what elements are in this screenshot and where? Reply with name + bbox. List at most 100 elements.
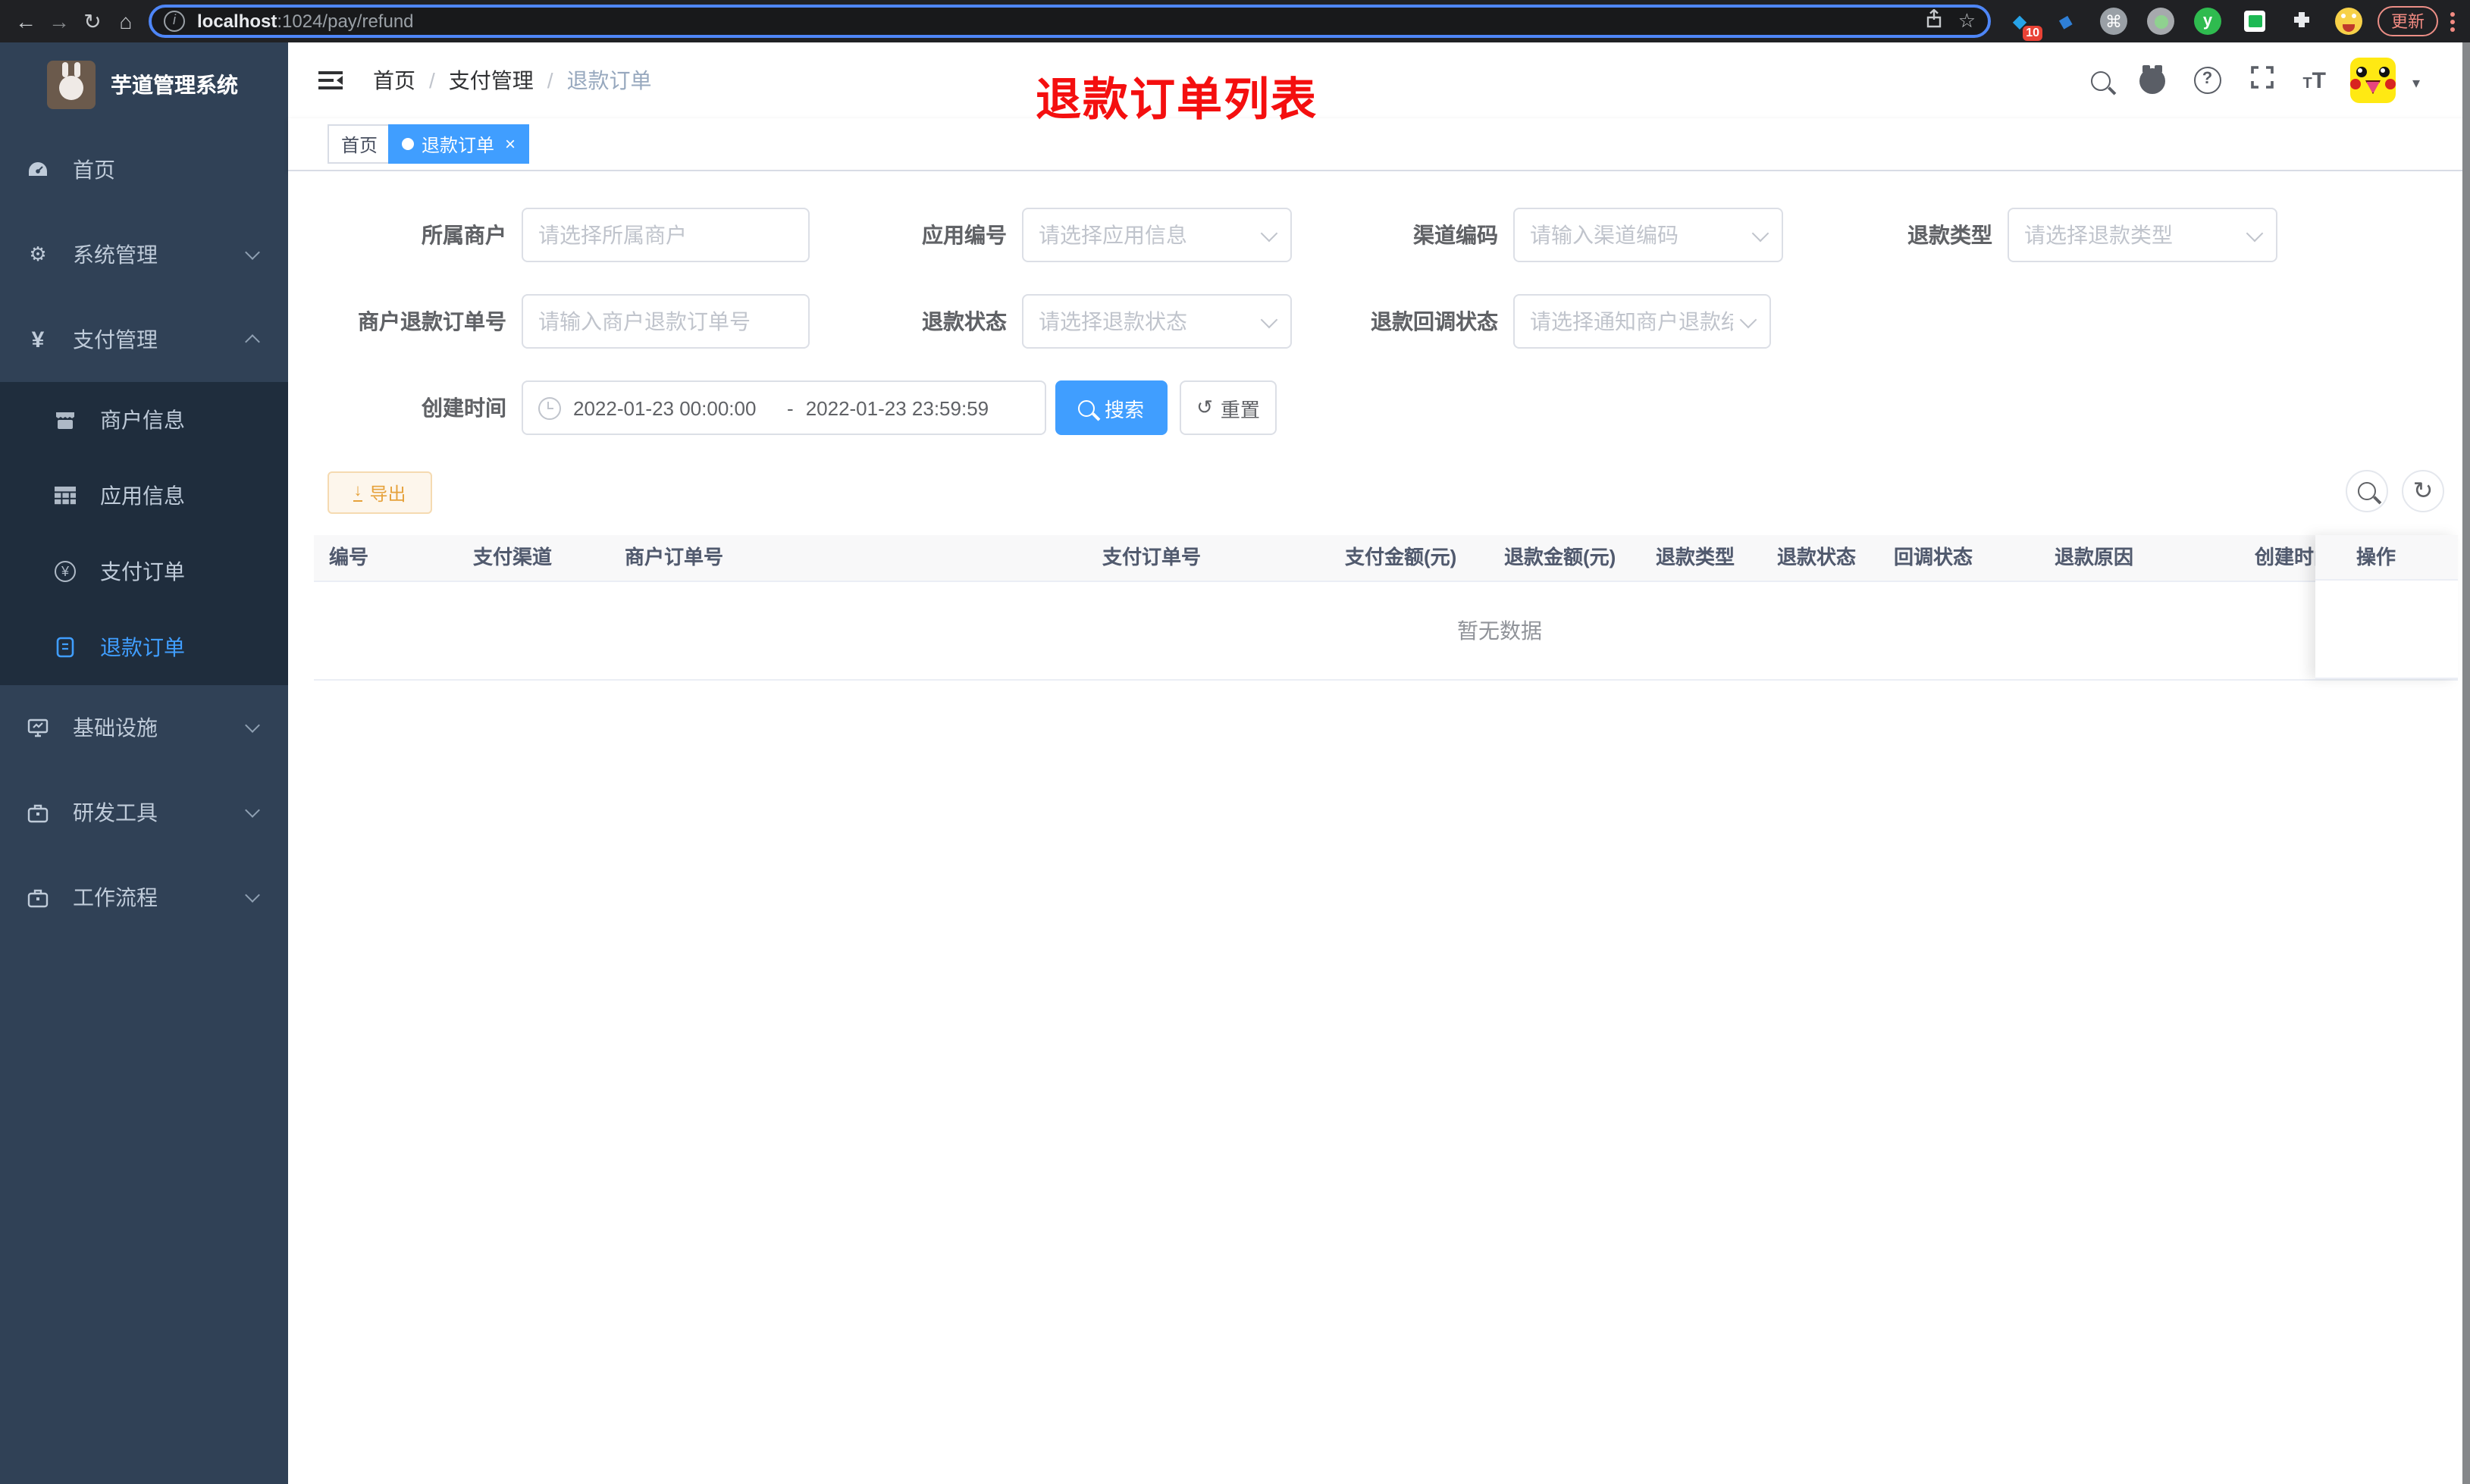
github-icon[interactable]	[2139, 64, 2165, 93]
url-host: localhost	[197, 11, 277, 32]
yen-icon: ¥	[31, 327, 45, 352]
browser-chrome: ← → ↻ ⌂ i localhost:1024/pay/refund ☆ ◆ …	[0, 0, 2470, 42]
gear-icon: ⚙	[29, 243, 47, 265]
page-scrollbar[interactable]	[2462, 42, 2470, 1484]
extension-puzzle-icon[interactable]	[2288, 8, 2315, 35]
back-icon[interactable]: ←	[9, 5, 42, 38]
sidebar-item-workflow[interactable]: 工作流程	[0, 855, 288, 940]
fullscreen-icon[interactable]	[2249, 64, 2274, 96]
site-info-icon[interactable]: i	[164, 11, 185, 32]
refund-status-placeholder: 请选择退款状态	[1039, 309, 1187, 333]
export-button-label: 导出	[369, 483, 406, 504]
breadcrumb-payment[interactable]: 支付管理	[449, 65, 534, 95]
create-time-range-picker[interactable]: 2022-01-23 00:00:00 - 2022-01-23 23:59:5…	[522, 380, 1046, 435]
date-end-value[interactable]: 2022-01-23 23:59:59	[806, 396, 1008, 419]
sidebar-item-merchant-info[interactable]: 商户信息	[0, 382, 288, 458]
navbar-icons: ? TT	[2090, 42, 2326, 118]
merchant-input[interactable]	[538, 223, 793, 247]
sidebar-item-payment[interactable]: ¥ 支付管理	[0, 297, 288, 382]
avatar-cheek	[2350, 79, 2361, 89]
date-start-value[interactable]: 2022-01-23 00:00:00	[573, 396, 775, 419]
app-select[interactable]: 请选择应用信息	[1022, 208, 1292, 262]
sidebar-item-pay-order[interactable]: ¥ 支付订单	[0, 534, 288, 609]
column-header-refund-amount: 退款金额(元)	[1504, 546, 1616, 568]
share-icon[interactable]	[1926, 8, 1943, 33]
header-search-icon[interactable]	[2090, 70, 2111, 90]
sidebar-logo[interactable]: 芋道管理系统	[0, 42, 288, 127]
refresh-button[interactable]: ↻	[2402, 470, 2444, 512]
channel-select[interactable]: 请输入渠道编码	[1513, 208, 1783, 262]
sidebar-item-devtools[interactable]: 研发工具	[0, 770, 288, 855]
chevron-down-icon	[1260, 224, 1278, 242]
sidebar-item-label: 支付订单	[100, 559, 185, 584]
url-text[interactable]: localhost:1024/pay/refund	[197, 11, 414, 32]
breadcrumb-separator: /	[547, 68, 553, 92]
user-avatar[interactable]	[2350, 58, 2396, 103]
sidebar-item-label: 首页	[73, 158, 115, 182]
extension-kite-icon[interactable]: ◆	[2053, 8, 2080, 35]
chevron-down-icon	[245, 803, 260, 818]
merchant-field[interactable]	[522, 208, 810, 262]
extension-proxy-icon[interactable]	[2147, 8, 2174, 35]
sidebar: 芋道管理系统 首页 ⚙ 系统管理 ¥ 支付管理 商户信息 应用信息 ¥ 支付订单…	[0, 42, 288, 1484]
hamburger-icon[interactable]	[318, 70, 343, 99]
table-empty-row: 暂无数据	[314, 582, 2458, 681]
grid-icon	[53, 487, 77, 505]
page-title-annotation: 退款订单列表	[1036, 76, 1318, 126]
browser-menu-icon[interactable]	[2450, 11, 2455, 31]
refund-status-select[interactable]: 请选择退款状态	[1022, 294, 1292, 349]
search-button[interactable]: 搜索	[1055, 380, 1168, 435]
close-icon[interactable]: ×	[505, 133, 516, 155]
table-header-row: 编号 支付渠道 商户订单号 支付订单号 支付金额(元) 退款金额(元) 退款类型…	[314, 535, 2458, 582]
sidebar-item-refund-order[interactable]: 退款订单	[0, 609, 288, 685]
dashboard-icon	[26, 161, 50, 179]
reset-icon: ↺	[1196, 396, 1213, 418]
tab-home[interactable]: 首页	[328, 124, 392, 164]
chevron-down-icon	[245, 245, 260, 260]
url-path: :1024/pay/refund	[277, 11, 414, 32]
breadcrumb-home[interactable]: 首页	[373, 65, 415, 95]
filter-label-create-time: 创建时间	[422, 396, 506, 420]
payment-submenu: 商户信息 应用信息 ¥ 支付订单 退款订单	[0, 382, 288, 685]
sidebar-item-label: 系统管理	[73, 243, 158, 267]
extension-chat-icon[interactable]	[2241, 8, 2268, 35]
sidebar-item-infra[interactable]: 基础设施	[0, 685, 288, 770]
reload-icon[interactable]: ↻	[76, 5, 109, 38]
proxy-glyph	[2147, 8, 2174, 35]
sidebar-item-home[interactable]: 首页	[0, 127, 288, 212]
bookmark-star-icon[interactable]: ☆	[1958, 9, 1976, 33]
merchant-refund-no-field[interactable]	[522, 294, 810, 349]
extension-diamond-icon[interactable]: ◆ 10	[2006, 8, 2042, 41]
update-button[interactable]: 更新	[2378, 6, 2438, 36]
fixed-action-column: 操作	[2315, 535, 2458, 679]
url-bar[interactable]: i localhost:1024/pay/refund ☆	[149, 5, 1991, 38]
kite-glyph: ◆	[2057, 9, 2077, 33]
extension-emoji-icon[interactable]	[2335, 8, 2362, 35]
search-icon	[2358, 482, 2376, 500]
sidebar-item-label: 支付管理	[73, 327, 158, 352]
forward-icon[interactable]: →	[42, 5, 76, 38]
tab-label: 首页	[341, 134, 378, 155]
refund-type-placeholder: 请选择退款类型	[2024, 223, 2173, 247]
chevron-up-icon	[245, 334, 260, 349]
extension-yuque-icon[interactable]: y	[2194, 8, 2221, 35]
extension-command-icon[interactable]: ⌘	[2100, 8, 2127, 35]
avatar-caret-icon[interactable]: ▾	[2412, 76, 2420, 92]
search-icon	[1078, 399, 1096, 416]
sidebar-item-app-info[interactable]: 应用信息	[0, 458, 288, 534]
sidebar-item-label: 商户信息	[100, 408, 185, 432]
refund-type-select[interactable]: 请选择退款类型	[2008, 208, 2277, 262]
monitor-icon	[26, 718, 50, 737]
help-icon[interactable]: ?	[2193, 67, 2221, 94]
notify-status-select[interactable]: 请选择通知商户退款结果	[1513, 294, 1771, 349]
sidebar-item-system[interactable]: ⚙ 系统管理	[0, 212, 288, 297]
export-button[interactable]: ↓ 导出	[328, 471, 432, 514]
reset-button[interactable]: ↺ 重置	[1180, 380, 1277, 435]
home-icon[interactable]: ⌂	[109, 5, 143, 38]
filter-label-refund-status: 退款状态	[922, 309, 1007, 333]
filter-label-merchant-refund-no: 商户退款订单号	[358, 309, 506, 333]
merchant-refund-no-input[interactable]	[538, 309, 793, 333]
toggle-search-button[interactable]	[2346, 470, 2388, 512]
tab-refund-order[interactable]: 退款订单 ×	[388, 124, 530, 164]
font-size-icon[interactable]: TT	[2302, 67, 2326, 93]
